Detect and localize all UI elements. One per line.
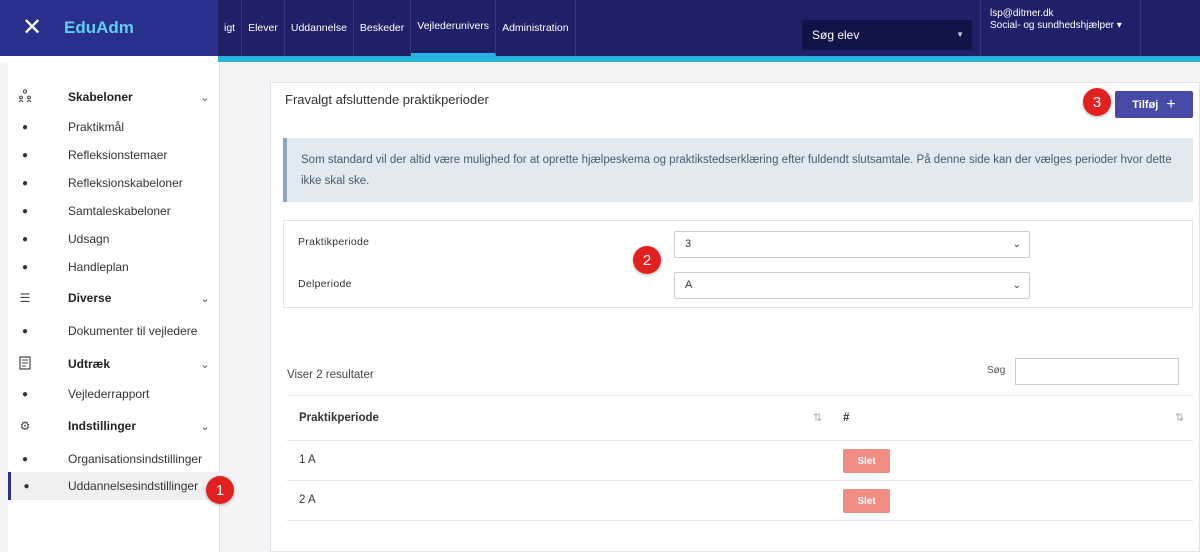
chevron-down-icon: ⌄ [200,358,210,371]
table-row: 2 A Slet [287,481,1193,521]
chevron-down-icon: ⌄ [1012,280,1021,291]
column-header-praktikperiode[interactable]: Praktikperiode [299,412,379,424]
table-search-label: Søg [987,365,1006,376]
sidebar-item-uddannelsesindstillinger[interactable]: ● Uddannelsesindstillinger [8,472,220,500]
sidebar-item-samtaleskabeloner[interactable]: ● Samtaleskabeloner [8,197,220,225]
bullet-icon: ● [21,453,29,465]
nav-item-beskeder[interactable]: Beskeder [354,0,412,56]
table-search-input[interactable] [1015,358,1179,385]
add-button[interactable]: Tilføj + [1115,91,1193,118]
plus-icon: + [1166,95,1176,113]
delete-button[interactable]: Slet [843,449,890,473]
annotation-marker-2: 2 [633,246,661,274]
search-student-dropdown[interactable]: Søg elev ▼ [802,20,972,50]
caret-down-icon: ▾ [1116,20,1122,31]
sidebar-item-praktikmaal[interactable]: ● Praktikmål [8,113,220,141]
sidebar-item-organisationsindstillinger[interactable]: ● Organisationsindstillinger [8,445,220,473]
sidebar-item-refleksionskabeloner[interactable]: ● Refleksionskabeloner [8,169,220,197]
bullet-icon: ● [21,261,29,273]
filter-label-praktikperiode: Praktikperiode [298,236,370,248]
bullet-icon: ● [21,205,29,217]
delete-button[interactable]: Slet [843,489,890,513]
search-student-label: Søg elev [812,28,860,42]
bullet-icon: ● [21,177,29,189]
page-title: Fravalgt afsluttende praktikperioder [285,92,489,107]
top-bar: ✕ EduAdm igt Elever Uddannelse Beskeder … [0,0,1200,62]
sidebar-item-refleksionstemaer[interactable]: ● Refleksionstemaer [8,141,220,169]
settings-icon: ⚙ [19,419,31,433]
bullet-icon: ● [23,480,30,492]
sidebar-item-dokumenter[interactable]: ● Dokumenter til vejledere [8,317,220,345]
chevron-down-icon: ⌄ [200,91,210,104]
main-content: Fravalgt afsluttende praktikperioder Til… [270,82,1200,552]
bullet-icon: ● [21,325,29,337]
sidebar-group-label: Udtræk [68,357,111,371]
info-alert: Som standard vil der altid være mulighed… [283,138,1193,202]
chevron-down-icon: ⌄ [200,420,210,433]
annotation-marker-1: 1 [206,476,234,504]
sidebar-item-vejlederrapport[interactable]: ● Vejlederrapport [8,380,220,408]
main-nav: igt Elever Uddannelse Beskeder Vejlederu… [218,0,576,56]
delperiode-value: A [685,279,693,291]
user-role: Social- og sundhedshjælper [990,20,1114,31]
sidebar-group-label: Diverse [68,291,112,305]
nav-item-elever[interactable]: Elever [242,0,285,56]
sidebar: Skabeloner ⌄ ● Praktikmål ● Refleksionstem… [8,62,220,552]
sidebar-group-label: Indstillinger [68,419,137,433]
nav-item-vejlederunivers[interactable]: Vejlederunivers [411,0,497,56]
sidebar-group-label: Skabeloner [68,90,133,104]
nav-divider [980,0,981,56]
document-icon [8,355,42,373]
user-email: lsp@ditmer.dk [990,8,1054,19]
annotation-marker-3: 3 [1083,88,1111,116]
people-tree-icon [8,88,42,106]
filter-panel: Praktikperiode 3 ⌄ Delperiode A ⌄ [283,220,1193,308]
bullet-icon: ● [21,121,29,133]
praktikperiode-value: 3 [685,238,692,250]
sort-icon[interactable]: ⇅ [813,411,822,424]
sidebar-group-udtraek[interactable]: Udtræk ⌄ [8,350,220,378]
column-header-actions[interactable]: # [843,412,849,424]
cell-period: 1 A [299,454,316,466]
nav-item-administration[interactable]: Administration [496,0,576,56]
delperiode-select[interactable]: A ⌄ [674,272,1030,299]
results-count: Viser 2 resultater [287,369,374,381]
praktikperiode-select[interactable]: 3 ⌄ [674,231,1030,258]
sidebar-group-diverse[interactable]: ☰ Diverse ⌄ [8,284,220,312]
bullet-icon: ● [21,233,29,245]
top-accent-strip [218,56,1200,62]
sidebar-item-handleplan[interactable]: ● Handleplan [8,253,220,281]
list-icon: ☰ [19,291,31,305]
chevron-down-icon: ⌄ [200,292,210,305]
chevron-down-icon: ⌄ [1012,239,1021,250]
bullet-icon: ● [21,388,29,400]
table-row: 1 A Slet [287,441,1193,481]
brand-logo[interactable]: EduAdm [64,18,134,38]
nav-item-overview[interactable]: igt [218,0,243,56]
add-button-label: Tilføj [1132,98,1159,111]
sort-icon[interactable]: ⇅ [1175,411,1184,424]
close-icon[interactable]: ✕ [0,0,64,56]
brand-area: ✕ EduAdm [0,0,218,56]
user-menu[interactable]: lsp@ditmer.dk Social- og sundhedshjælper… [990,8,1122,32]
sidebar-group-skabeloner[interactable]: Skabeloner ⌄ [8,83,220,111]
caret-down-icon: ▼ [956,30,964,39]
cell-period: 2 A [299,494,316,506]
nav-item-uddannelse[interactable]: Uddannelse [285,0,354,56]
nav-divider [1140,0,1141,56]
bullet-icon: ● [21,149,29,161]
sidebar-group-indstillinger[interactable]: ⚙ Indstillinger ⌄ [8,412,220,440]
table-header: Praktikperiode ⇅ # ⇅ [287,395,1193,441]
sidebar-item-udsagn[interactable]: ● Udsagn [8,225,220,253]
filter-label-delperiode: Delperiode [298,278,352,290]
